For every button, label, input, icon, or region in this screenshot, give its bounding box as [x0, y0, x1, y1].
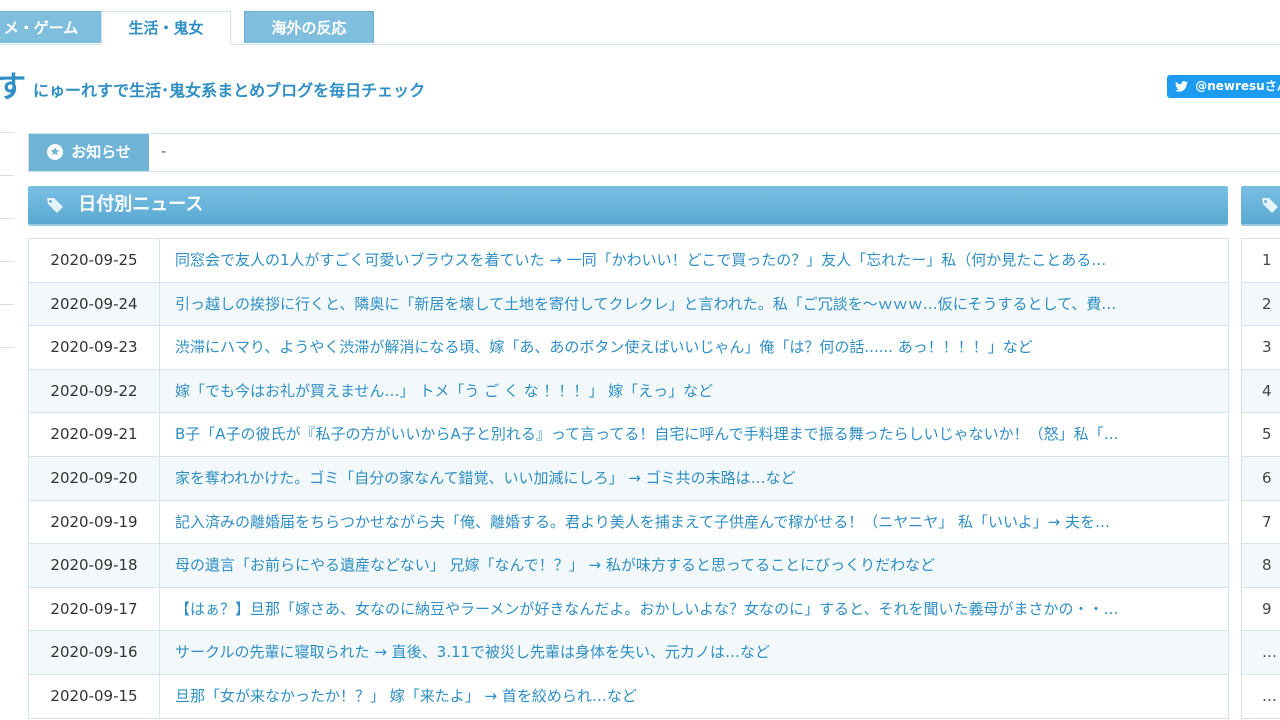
- news-title-link[interactable]: 引っ越しの挨拶に行くと、隣奥に「新居を壊して土地を寄付してクレクレ」と言われた。…: [160, 283, 1228, 326]
- news-list: 2020-09-25 同窓会で友人の1人がすごく可愛いブラウスを着ていた → 一同…: [28, 238, 1229, 719]
- daily-news-header: 日付別ニュース: [28, 186, 1228, 224]
- twitter-handle: @newresuさん: [1195, 79, 1280, 93]
- top-tab-bar: メ・ゲーム 生活・鬼女 海外の反応: [0, 0, 1280, 45]
- news-title-link[interactable]: 同窓会で友人の1人がすごく可愛いブラウスを着ていた → 一同「かわいい！どこで買…: [160, 239, 1228, 282]
- twitter-bird-icon: [1175, 81, 1188, 92]
- notice-label-text: お知らせ: [71, 143, 131, 161]
- rank-number: 4: [1242, 369, 1280, 414]
- news-title-link[interactable]: 家を奪われかけた。ゴミ「自分の家なんて錯覚、いい加減にしろ」 → ゴミ共の末路は…: [160, 457, 1228, 500]
- rank-number: 8: [1242, 544, 1280, 588]
- notice-label: お知らせ: [29, 134, 149, 171]
- news-title-link[interactable]: B子「A子の彼氏が『私子の方がいいからA子と別れる』って言ってる！自宅に呼んで手…: [160, 413, 1228, 456]
- twitter-follow-button[interactable]: @newresuさん: [1167, 75, 1280, 98]
- news-date: 2020-09-15: [29, 674, 160, 718]
- news-date: 2020-09-22: [29, 369, 160, 413]
- news-title-link[interactable]: 嫁「でも今はお礼が買えません…」 トメ「う ご く な ！！！」 嫁「えっ」など: [160, 370, 1228, 413]
- news-title-link[interactable]: 【はぁ？】旦那「嫁さあ、女なのに納豆やラーメンが好きなんだよ。おかしいよな？女な…: [160, 588, 1228, 631]
- star-circle-icon: [47, 144, 63, 160]
- site-logo-fragment[interactable]: す: [0, 62, 26, 106]
- news-row: 2020-09-22 嫁「でも今はお礼が買えません…」 トメ「う ご く な ！！…: [29, 369, 1228, 414]
- news-date: 2020-09-16: [29, 631, 160, 674]
- tag-icon: [47, 198, 63, 213]
- left-decoration: [0, 120, 14, 720]
- news-date: 2020-09-18: [29, 544, 160, 587]
- news-date: 2020-09-25: [29, 239, 160, 282]
- tag-icon: [1262, 198, 1278, 213]
- rank-number: 9: [1242, 588, 1280, 632]
- daily-news-title: 日付別ニュース: [78, 194, 204, 215]
- news-title-link[interactable]: 旦那「女が来なかったか！？」 嫁「来たよ」 → 首を絞められ…など: [160, 675, 1228, 718]
- ranking-list: 1 2 3 4 5 6 7 8 9……: [1241, 238, 1280, 719]
- news-row: 2020-09-23 渋滞にハマり、ようやく渋滞が解消になる頃、嫁「あ、あのボタン…: [29, 326, 1228, 370]
- news-title-link[interactable]: サークルの先輩に寝取られた → 直後、3.11で被災し先輩は身体を失い、元カノは…: [160, 631, 1228, 674]
- notice-text: -: [161, 144, 167, 160]
- news-date: 2020-09-21: [29, 413, 160, 456]
- news-title-link[interactable]: 記入済みの離婚届をちらつかせながら夫「俺、離婚する。君より美人を捕まえて子供産ん…: [160, 501, 1228, 544]
- rank-number: 3: [1242, 326, 1280, 370]
- news-row: 2020-09-15 旦那「女が来なかったか！？」 嫁「来たよ」 → 首を絞められ…: [29, 674, 1228, 719]
- news-row: 2020-09-16 サークルの先輩に寝取られた → 直後、3.11で被災し先輩は…: [29, 631, 1228, 675]
- news-date: 2020-09-20: [29, 456, 160, 500]
- site-tagline: にゅーれすで生活･鬼女系まとめブログを毎日チェック: [33, 81, 426, 100]
- rank-number: 7: [1242, 501, 1280, 545]
- news-date: 2020-09-17: [29, 587, 160, 631]
- rank-number: 2: [1242, 282, 1280, 327]
- news-row: 2020-09-24 引っ越しの挨拶に行くと、隣奥に「新居を壊して土地を寄付してク…: [29, 282, 1228, 327]
- news-row: 2020-09-21 B子「A子の彼氏が『私子の方がいいからA子と別れる』って言っ…: [29, 413, 1228, 457]
- news-row: 2020-09-19 記入済みの離婚届をちらつかせながら夫「俺、離婚する。君より美…: [29, 500, 1228, 545]
- news-date: 2020-09-24: [29, 282, 160, 326]
- news-date: 2020-09-23: [29, 326, 160, 369]
- news-row: 2020-09-20 家を奪われかけた。ゴミ「自分の家なんて錯覚、いい加減にしろ」…: [29, 456, 1228, 501]
- rank-number: …: [1242, 631, 1280, 675]
- news-row: 2020-09-18 母の遺言「お前らにやる遺産などない」 兄嫁「なんで！？」 →…: [29, 544, 1228, 588]
- rank-number: 1: [1242, 239, 1280, 283]
- tab-anime-game[interactable]: メ・ゲーム: [0, 11, 102, 43]
- tab-overseas-reaction[interactable]: 海外の反応: [244, 11, 374, 43]
- rank-number: 5: [1242, 413, 1280, 457]
- ranking-header: [1241, 186, 1280, 224]
- notice-bar: お知らせ -: [28, 133, 1280, 172]
- news-row: 2020-09-17 【はぁ？】旦那「嫁さあ、女なのに納豆やラーメンが好きなんだよ…: [29, 587, 1228, 632]
- news-row: 2020-09-25 同窓会で友人の1人がすごく可愛いブラウスを着ていた → 一同…: [29, 239, 1228, 283]
- news-title-link[interactable]: 母の遺言「お前らにやる遺産などない」 兄嫁「なんで！？」 → 私が味方すると思っ…: [160, 544, 1228, 587]
- tab-life-kijo[interactable]: 生活・鬼女: [101, 11, 231, 45]
- news-date: 2020-09-19: [29, 500, 160, 544]
- rank-number: 6: [1242, 456, 1280, 501]
- rank-number: …: [1242, 675, 1280, 719]
- news-title-link[interactable]: 渋滞にハマり、ようやく渋滞が解消になる頃、嫁「あ、あのボタン使えばいいじゃん」俺…: [160, 326, 1228, 369]
